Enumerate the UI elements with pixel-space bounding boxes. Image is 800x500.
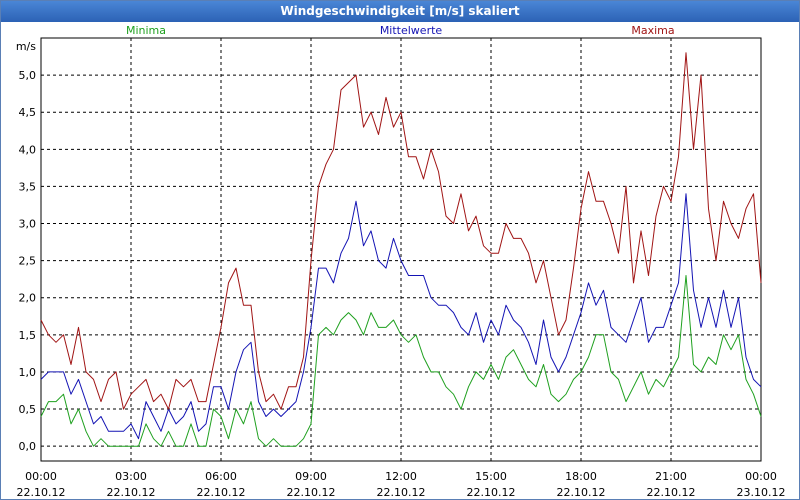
legend-entry-mittelwerte: Mittelwerte bbox=[380, 24, 443, 37]
y-tick-label: 2,0 bbox=[19, 292, 37, 305]
y-tick-label: 1,5 bbox=[19, 329, 37, 342]
legend-entry-minima: Minima bbox=[126, 24, 166, 37]
grid bbox=[40, 37, 762, 462]
y-tick-label: 3,0 bbox=[19, 218, 37, 231]
chart-window: Windgeschwindigkeit [m/s] skaliert 0,0 0,… bbox=[0, 0, 800, 500]
y-tick-label: 3,5 bbox=[19, 180, 37, 193]
x-tick-date: 22.10.12 bbox=[107, 486, 156, 499]
x-tick-time: 21:00 bbox=[655, 470, 687, 483]
y-tick-label: 0,5 bbox=[19, 403, 37, 416]
x-tick-time: 00:00 bbox=[745, 470, 777, 483]
y-axis-label: m/s bbox=[16, 40, 36, 53]
x-tick-time: 00:00 bbox=[25, 470, 57, 483]
x-tick-date: 22.10.12 bbox=[557, 486, 606, 499]
x-tick-time: 12:00 bbox=[385, 470, 417, 483]
legend-entry-maxima: Maxima bbox=[631, 24, 674, 37]
y-tick-label: 4,5 bbox=[19, 106, 37, 119]
x-tick-date: 22.10.12 bbox=[377, 486, 426, 499]
x-tick-date: 22.10.12 bbox=[197, 486, 246, 499]
y-tick-label: 5,0 bbox=[19, 69, 37, 82]
x-tick-date: 22.10.12 bbox=[287, 486, 336, 499]
y-tick-label: 0,0 bbox=[19, 440, 37, 453]
x-tick-time: 09:00 bbox=[295, 470, 327, 483]
y-tick-label: 1,0 bbox=[19, 366, 37, 379]
x-tick-date: 22.10.12 bbox=[467, 486, 516, 499]
x-tick-date: 22.10.12 bbox=[17, 486, 66, 499]
x-tick-time: 03:00 bbox=[115, 470, 147, 483]
x-tick-date: 22.10.12 bbox=[647, 486, 696, 499]
y-tick-label: 2,5 bbox=[19, 255, 37, 268]
x-tick-time: 18:00 bbox=[565, 470, 597, 483]
line-chart: 0,0 0,5 1,0 1,5 2,0 2,5 3,0 3,5 4,0 4,5 5,0 m/s 00:0… bbox=[16, 24, 786, 499]
x-tick-time: 06:00 bbox=[205, 470, 237, 483]
y-tick-label: 4,0 bbox=[19, 143, 37, 156]
x-tick-time: 15:00 bbox=[475, 470, 507, 483]
legend: Minima Mittelwerte Maxima bbox=[126, 24, 675, 37]
x-tick-date: 23.10.12 bbox=[737, 486, 786, 499]
